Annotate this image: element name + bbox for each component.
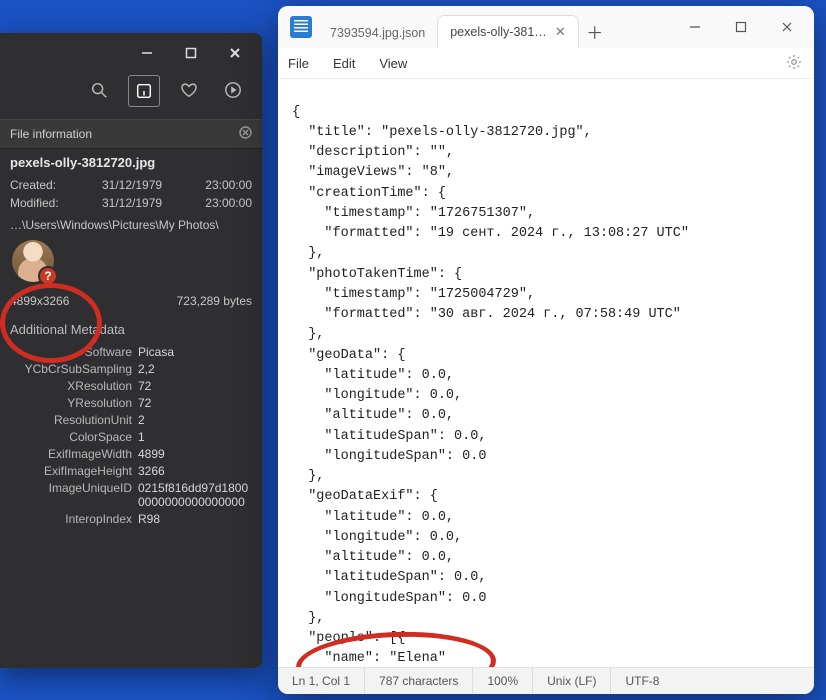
metadata-key: ExifImageHeight (10, 464, 138, 478)
menu-file[interactable]: File (288, 56, 309, 71)
menu-edit[interactable]: Edit (333, 56, 355, 71)
modified-row: Modified: 31/12/1979 23:00:00 (0, 194, 262, 212)
image-size-row: 4899x3266 723,289 bytes (0, 288, 262, 314)
metadata-value: 3266 (138, 464, 165, 478)
metadata-list: SoftwarePicasaYCbCrSubSampling2,2XResolu… (0, 343, 262, 527)
file-info-header: File information (0, 119, 262, 149)
file-path: …\Users\Windows\Pictures\My Photos\ (0, 212, 262, 234)
face-unknown-badge: ? (38, 266, 58, 286)
tab-close-icon[interactable]: ✕ (555, 24, 566, 40)
editor-tabs: 7393594.jpg.json pexels-olly-381… ✕ ＋ (318, 6, 611, 48)
metadata-value: 2 (138, 413, 145, 427)
metadata-value: R98 (138, 512, 160, 526)
metadata-value: 72 (138, 379, 151, 393)
file-size: 723,289 bytes (177, 294, 252, 308)
gear-icon[interactable] (786, 54, 802, 73)
metadata-value: 0215f816dd97d18000000000000000000 (138, 481, 252, 509)
metadata-row: ExifImageWidth4899 (0, 445, 262, 462)
editor-close-button[interactable] (764, 6, 810, 48)
metadata-value: 1 (138, 430, 145, 444)
modified-label: Modified: (10, 196, 80, 210)
status-chars: 787 characters (365, 668, 473, 694)
metadata-row: ResolutionUnit2 (0, 411, 262, 428)
metadata-row: SoftwarePicasa (0, 343, 262, 360)
created-date: 31/12/1979 (80, 178, 192, 192)
metadata-row: ImageUniqueID0215f816dd97d18000000000000… (0, 479, 262, 510)
additional-metadata-title: Additional Metadata (0, 314, 262, 343)
metadata-key: YCbCrSubSampling (10, 362, 138, 376)
tab-inactive[interactable]: 7393594.jpg.json (318, 17, 437, 49)
viewer-titlebar (0, 33, 262, 73)
metadata-row: XResolution72 (0, 377, 262, 394)
notepad-icon (290, 16, 312, 38)
viewer-toolbar (0, 73, 262, 119)
metadata-row: YCbCrSubSampling2,2 (0, 360, 262, 377)
menu-view[interactable]: View (379, 56, 407, 71)
image-dimensions: 4899x3266 (10, 294, 69, 308)
minimize-button[interactable] (128, 39, 166, 67)
viewer-info-panel: File information pexels-olly-3812720.jpg… (0, 33, 262, 668)
new-tab-button[interactable]: ＋ (579, 19, 611, 48)
metadata-key: ColorSpace (10, 430, 138, 444)
editor-titlebar[interactable]: 7393594.jpg.json pexels-olly-381… ✕ ＋ (278, 6, 814, 48)
metadata-key: XResolution (10, 379, 138, 393)
metadata-key: ResolutionUnit (10, 413, 138, 427)
metadata-row: InteropIndexR98 (0, 510, 262, 527)
status-zoom[interactable]: 100% (473, 668, 533, 694)
created-row: Created: 31/12/1979 23:00:00 (0, 176, 262, 194)
editor-text-content[interactable]: { "title": "pexels-olly-3812720.jpg", "d… (278, 93, 814, 668)
file-name: pexels-olly-3812720.jpg (0, 149, 262, 176)
editor-menubar: File Edit View (278, 48, 814, 79)
tab-inactive-label: 7393594.jpg.json (330, 26, 425, 40)
metadata-key: ExifImageWidth (10, 447, 138, 461)
status-position: Ln 1, Col 1 (278, 668, 365, 694)
metadata-value: 72 (138, 396, 151, 410)
metadata-key: Software (10, 345, 138, 359)
search-icon[interactable] (84, 75, 114, 105)
close-panel-icon[interactable] (239, 126, 252, 142)
metadata-row: YResolution72 (0, 394, 262, 411)
info-icon[interactable] (128, 75, 160, 107)
created-time: 23:00:00 (192, 178, 252, 192)
detected-face-thumbnail[interactable]: ? (12, 240, 54, 282)
heart-icon[interactable] (174, 75, 204, 105)
status-eol: Unix (LF) (533, 668, 611, 694)
metadata-key: InteropIndex (10, 512, 138, 526)
editor-statusbar: Ln 1, Col 1 787 characters 100% Unix (LF… (278, 667, 814, 694)
metadata-value: Picasa (138, 345, 174, 359)
metadata-row: ColorSpace1 (0, 428, 262, 445)
editor-minimize-button[interactable] (672, 6, 718, 48)
file-info-title: File information (10, 127, 92, 141)
metadata-row: ExifImageHeight3266 (0, 462, 262, 479)
metadata-value: 2,2 (138, 362, 155, 376)
modified-time: 23:00:00 (192, 196, 252, 210)
status-encoding: UTF-8 (611, 668, 673, 694)
text-editor-window: 7393594.jpg.json pexels-olly-381… ✕ ＋ Fi… (278, 6, 814, 694)
metadata-value: 4899 (138, 447, 165, 461)
tab-active-label: pexels-olly-381… (450, 25, 547, 39)
modified-date: 31/12/1979 (80, 196, 192, 210)
created-label: Created: (10, 178, 80, 192)
tab-active[interactable]: pexels-olly-381… ✕ (437, 15, 578, 49)
metadata-key: YResolution (10, 396, 138, 410)
play-icon[interactable] (218, 75, 248, 105)
editor-body[interactable]: { "title": "pexels-olly-3812720.jpg", "d… (278, 79, 814, 667)
editor-window-buttons (672, 6, 810, 48)
editor-maximize-button[interactable] (718, 6, 764, 48)
metadata-key: ImageUniqueID (10, 481, 138, 509)
close-button[interactable] (216, 39, 254, 67)
maximize-button[interactable] (172, 39, 210, 67)
